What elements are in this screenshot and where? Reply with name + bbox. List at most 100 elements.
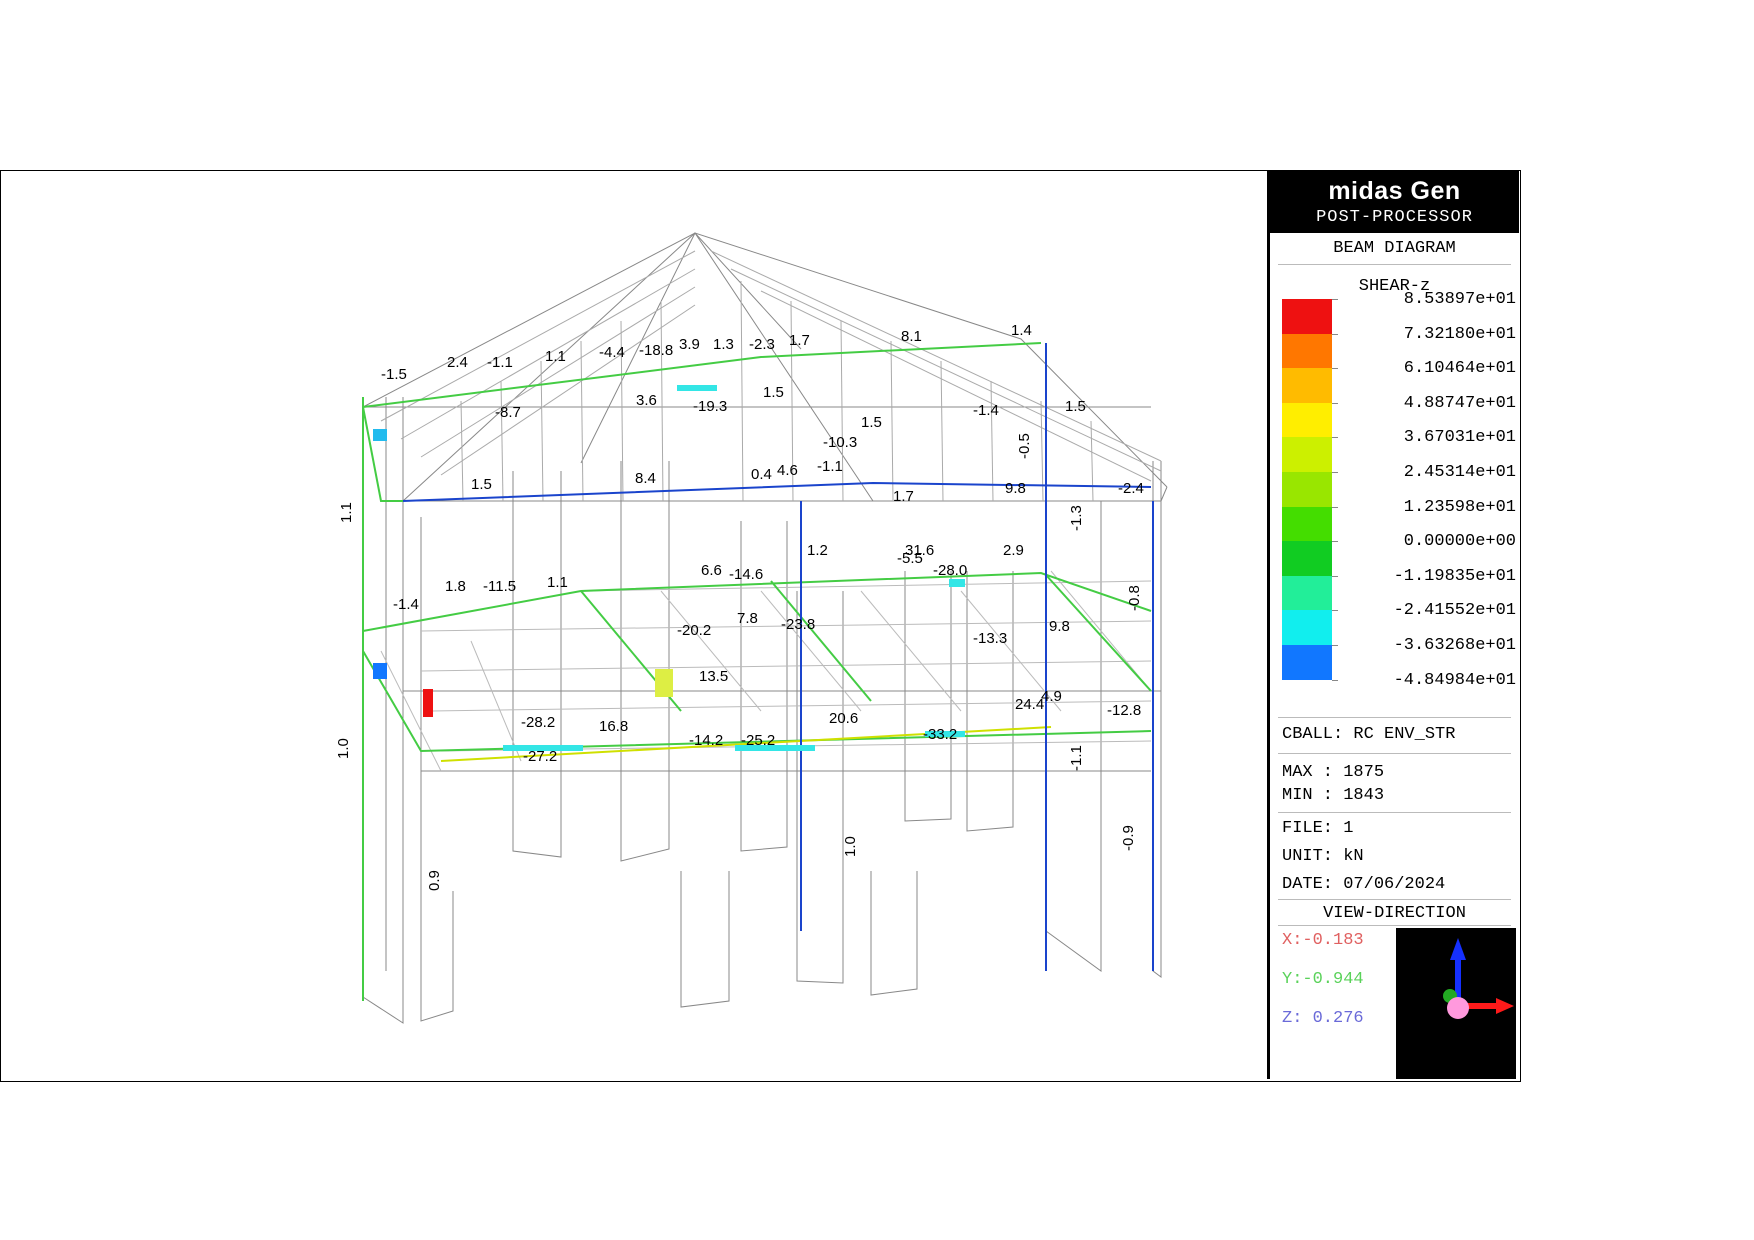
axis-triad bbox=[1396, 928, 1516, 1079]
model-value-label: 3.6 bbox=[636, 392, 657, 409]
legend-value: 4.88747e+01 bbox=[1403, 393, 1516, 413]
model-value-label: -1.4 bbox=[393, 596, 419, 613]
legend-value: -2.41552e+01 bbox=[1393, 601, 1516, 621]
model-value-label: -5.5 bbox=[897, 550, 923, 567]
model-value-label: 0.9 bbox=[426, 870, 443, 891]
model-value-label: -1.5 bbox=[381, 366, 407, 383]
model-value-label: -4.4 bbox=[599, 344, 625, 361]
model-value-label: -28.0 bbox=[933, 562, 967, 579]
model-value-label: -0.8 bbox=[1126, 585, 1143, 611]
unit-value: UNIT: kN bbox=[1282, 847, 1364, 866]
model-value-label: 1.5 bbox=[861, 414, 882, 431]
legend-value: 8.53897e+01 bbox=[1403, 290, 1516, 309]
model-value-label: -11.5 bbox=[483, 578, 516, 595]
model-value-label: 1.0 bbox=[335, 738, 352, 759]
divider bbox=[1278, 717, 1511, 718]
model-value-label: -0.5 bbox=[1016, 433, 1033, 459]
model-value-label: 1.2 bbox=[807, 542, 828, 559]
model-value-label: -19.3 bbox=[693, 398, 727, 415]
legend-value: -3.63268e+01 bbox=[1393, 636, 1516, 655]
view-z: Z: 0.276 bbox=[1282, 1009, 1364, 1028]
view-direction-title: VIEW-DIRECTION bbox=[1323, 904, 1466, 923]
model-value-label: -33.2 bbox=[923, 726, 957, 743]
model-value-label: 20.6 bbox=[829, 710, 858, 727]
model-value-label: -2.4 bbox=[1118, 480, 1144, 497]
model-value-label: -1.1 bbox=[817, 458, 843, 475]
legend-tick bbox=[1332, 368, 1338, 370]
app-name: midas Gen bbox=[1328, 177, 1461, 205]
model-value-label: -25.2 bbox=[741, 732, 775, 749]
legend-tick bbox=[1332, 333, 1338, 335]
model-value-label: 1.5 bbox=[763, 384, 784, 401]
model-value-label: 13.5 bbox=[699, 668, 728, 685]
model-value-label: 24.4 bbox=[1015, 696, 1044, 713]
post-processor-frame: -1.5 2.4 -1.1 1.1 -4.4 -18.8 3.9 1.3 -2.3 1.7 8.1 1… bbox=[0, 170, 1521, 1082]
legend-value: -4.84984e+01 bbox=[1393, 670, 1516, 690]
model-value-label: 8.4 bbox=[635, 470, 656, 487]
model-value-label: 9.8 bbox=[1005, 480, 1026, 497]
legend-tick bbox=[1332, 472, 1338, 473]
model-value-label: -0.9 bbox=[1120, 825, 1137, 851]
legend-tick bbox=[1332, 541, 1338, 543]
model-value-label: 1.8 bbox=[445, 578, 466, 595]
legend-swatch bbox=[1282, 645, 1332, 680]
model-value-label: 2.4 bbox=[447, 354, 468, 371]
model-value-label: -20.2 bbox=[677, 622, 711, 639]
beam-diagram-lines bbox=[362, 342, 1154, 1001]
structural-model-view[interactable]: -1.5 2.4 -1.1 1.1 -4.4 -18.8 3.9 1.3 -2.3 1.7 8.1 1… bbox=[1, 171, 1267, 1079]
model-value-label: 1.5 bbox=[1065, 398, 1086, 415]
model-value-label: 1.7 bbox=[893, 488, 914, 505]
module-name: POST-PROCESSOR bbox=[1316, 208, 1473, 227]
view-x: X:-0.183 bbox=[1282, 931, 1364, 950]
legend-tick bbox=[1332, 402, 1338, 404]
legend-value: 0.00000e+00 bbox=[1403, 532, 1516, 552]
legend-swatch bbox=[1282, 541, 1332, 577]
model-value-label: -18.8 bbox=[639, 342, 673, 359]
file-value: FILE: 1 bbox=[1282, 819, 1354, 838]
model-value-label: 0.4 bbox=[751, 466, 772, 483]
model-value-label: -14.6 bbox=[729, 566, 763, 583]
model-value-label: 6.6 bbox=[701, 562, 722, 579]
legend-tick bbox=[1332, 299, 1338, 300]
model-value-label: 2.9 bbox=[1003, 542, 1024, 559]
model-value-label: 1.1 bbox=[338, 502, 355, 523]
min-value: MIN : 1843 bbox=[1282, 786, 1385, 805]
view-y: Y:-0.944 bbox=[1282, 970, 1364, 989]
legend-swatch bbox=[1282, 333, 1332, 369]
divider bbox=[1278, 812, 1511, 813]
legend-value: 3.67031e+01 bbox=[1403, 428, 1516, 448]
diagram-type: BEAM DIAGRAM bbox=[1333, 239, 1456, 258]
model-value-label: -2.3 bbox=[749, 336, 775, 353]
legend-value: 1.23598e+01 bbox=[1403, 497, 1516, 517]
model-value-label: 1.7 bbox=[789, 332, 810, 349]
legend-value: 6.10464e+01 bbox=[1403, 359, 1516, 379]
legend-swatch bbox=[1282, 575, 1332, 611]
origin-sphere-icon bbox=[1447, 997, 1469, 1019]
model-value-label: -14.2 bbox=[689, 732, 723, 749]
divider bbox=[1278, 264, 1511, 265]
model-value-label: 7.8 bbox=[737, 610, 758, 627]
legend-tick bbox=[1332, 610, 1338, 612]
brand-header: midas Gen POST-PROCESSOR bbox=[1270, 171, 1519, 233]
model-value-label: -13.3 bbox=[973, 630, 1007, 647]
legend-swatch bbox=[1282, 610, 1332, 646]
model-value-label: 1.1 bbox=[545, 348, 566, 365]
legend-value: -1.19835e+01 bbox=[1393, 566, 1516, 586]
model-value-label: 4.6 bbox=[777, 462, 798, 479]
cball-text: CBALL: RC ENV_STR bbox=[1282, 725, 1456, 744]
legend-tick bbox=[1332, 679, 1338, 681]
model-value-label: 1.1 bbox=[547, 574, 568, 591]
legend-tick bbox=[1332, 437, 1338, 439]
model-value-label: -1.1 bbox=[1068, 745, 1085, 771]
max-value: MAX : 1875 bbox=[1282, 763, 1385, 782]
model-value-label: -8.7 bbox=[495, 404, 521, 421]
model-value-label: 9.8 bbox=[1049, 618, 1070, 635]
model-value-label: 1.3 bbox=[713, 336, 734, 353]
model-value-label: 16.8 bbox=[599, 718, 628, 735]
legend-tick bbox=[1332, 575, 1338, 577]
legend-swatch bbox=[1282, 368, 1332, 404]
legend-value: 7.32180e+01 bbox=[1403, 324, 1516, 344]
divider bbox=[1278, 925, 1511, 926]
legend-swatch bbox=[1282, 299, 1332, 334]
divider bbox=[1278, 899, 1511, 900]
